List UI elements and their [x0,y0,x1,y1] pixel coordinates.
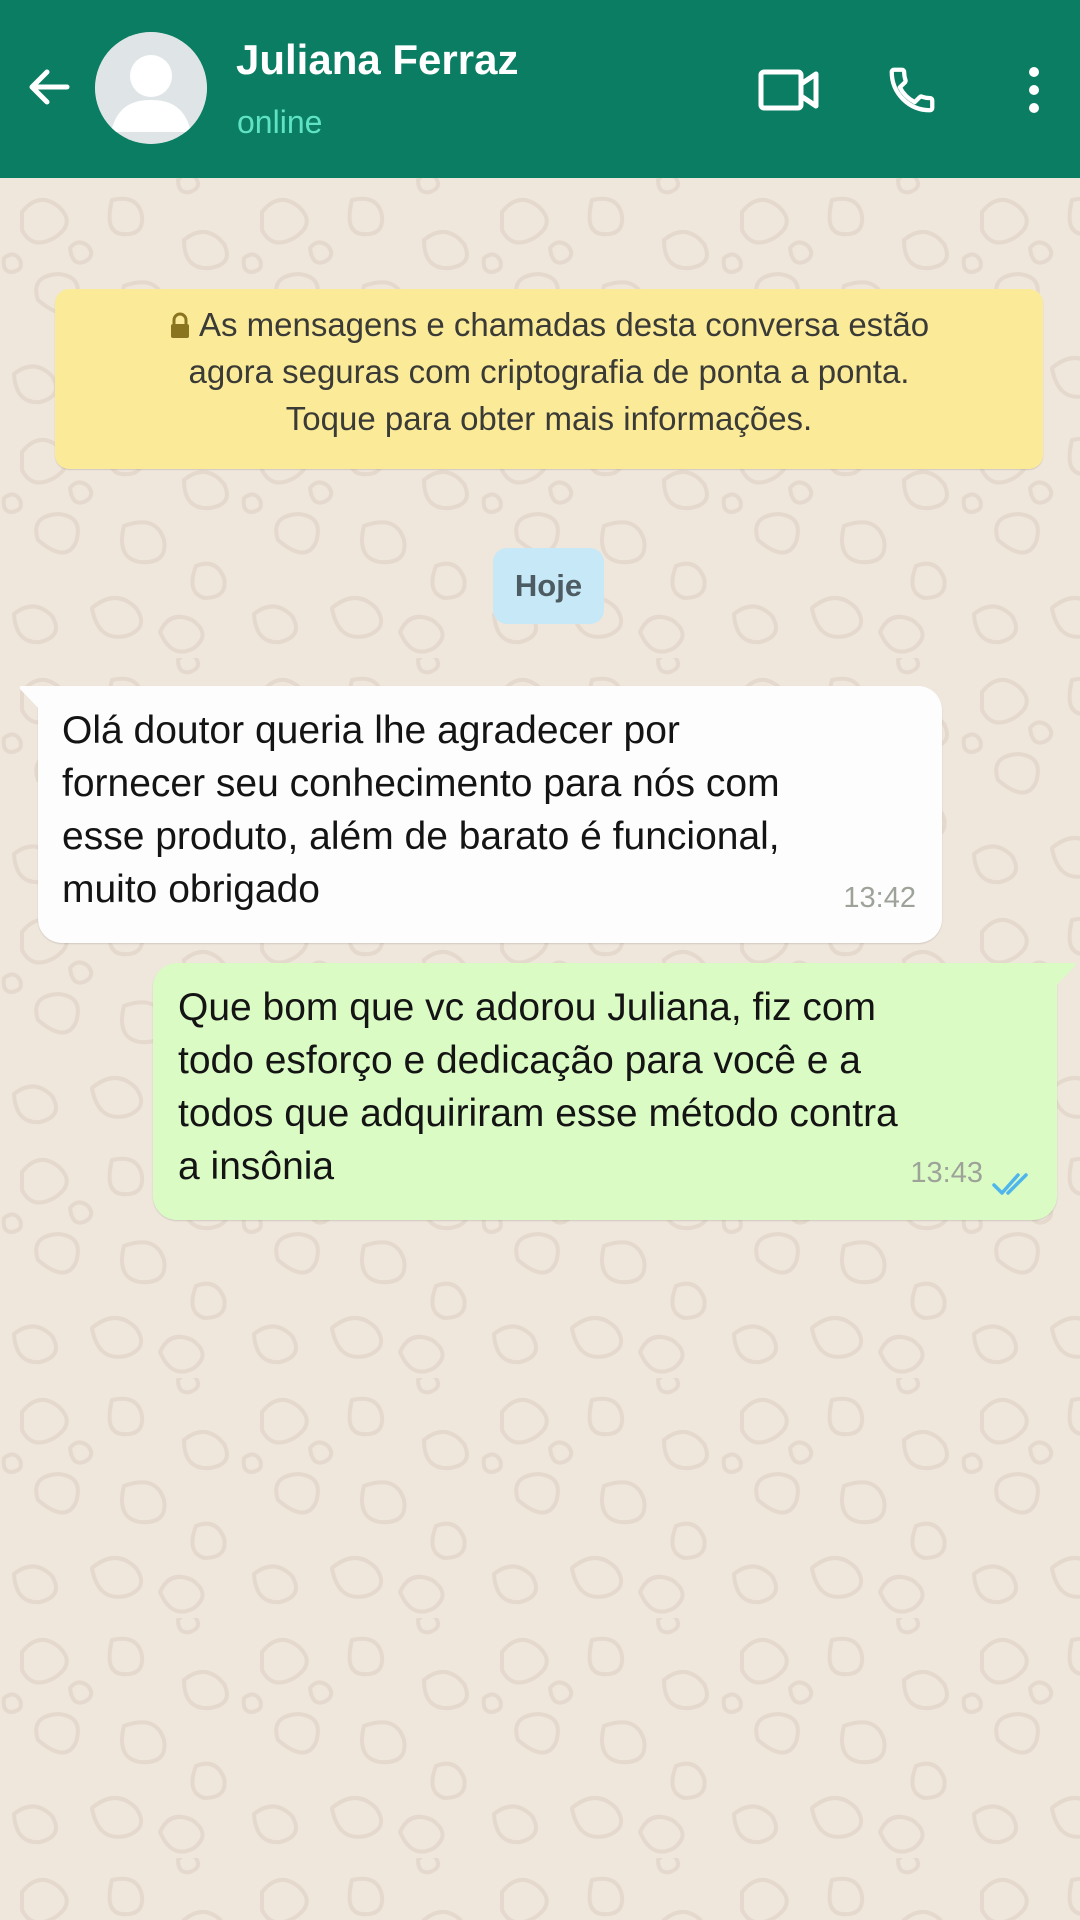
encryption-notice-line-3: Toque para obter mais informações. [285,400,813,437]
message-text: Olá doutor queria lhe agradecer por forn… [62,704,916,916]
encryption-notice-line-1: As mensagens e chamadas desta conversa e… [55,301,1043,348]
chat-header: Juliana Ferraz online [0,0,1080,178]
message-line: todo esforço e dedicação para você e a [178,1039,861,1082]
arrow-left-icon [29,69,70,105]
message-line: todos que adquiriram esse método contra [178,1092,898,1135]
encryption-notice-line-2: agora seguras com criptografia de ponta … [188,353,910,390]
contact-status: online [237,104,323,140]
contact-avatar[interactable] [95,32,207,144]
bubble-tail [1053,963,1076,989]
bubble-tail [19,686,42,712]
more-vertical-icon [1029,67,1039,113]
message-line: Que bom que vc adorou Juliana, fiz com [178,986,877,1029]
message-line: a insônia [178,1145,335,1188]
double-check-read-icon [992,1173,1028,1195]
contact-name[interactable]: Juliana Ferraz [236,36,518,84]
back-button[interactable] [18,57,78,117]
video-call-button[interactable] [757,58,821,122]
message-text: Que bom que vc adorou Juliana, fiz com t… [178,981,1031,1193]
chat-area[interactable]: As mensagens e chamadas desta conversa e… [0,178,1080,1920]
message-time: 13:42 [843,882,916,914]
more-options-button[interactable] [1004,58,1064,122]
avatar-placeholder-icon [95,32,207,144]
voice-call-button[interactable] [880,58,944,122]
video-call-icon [758,69,819,111]
message-line: fornecer seu conhecimento para nós com [62,762,780,805]
message-time: 13:43 [910,1157,983,1189]
encryption-notice[interactable]: As mensagens e chamadas desta conversa e… [55,289,1043,469]
message-line: Olá doutor queria lhe agradecer por [62,709,680,752]
outgoing-message-bubble[interactable]: Que bom que vc adorou Juliana, fiz com t… [153,963,1076,1220]
incoming-message-bubble[interactable]: Olá doutor queria lhe agradecer por forn… [19,686,942,943]
date-chip: Hoje [493,548,604,624]
lock-icon [170,312,189,338]
phone-icon [889,67,935,113]
message-line: muito obrigado [62,868,320,911]
message-line: esse produto, além de barato é funcional… [62,815,780,858]
